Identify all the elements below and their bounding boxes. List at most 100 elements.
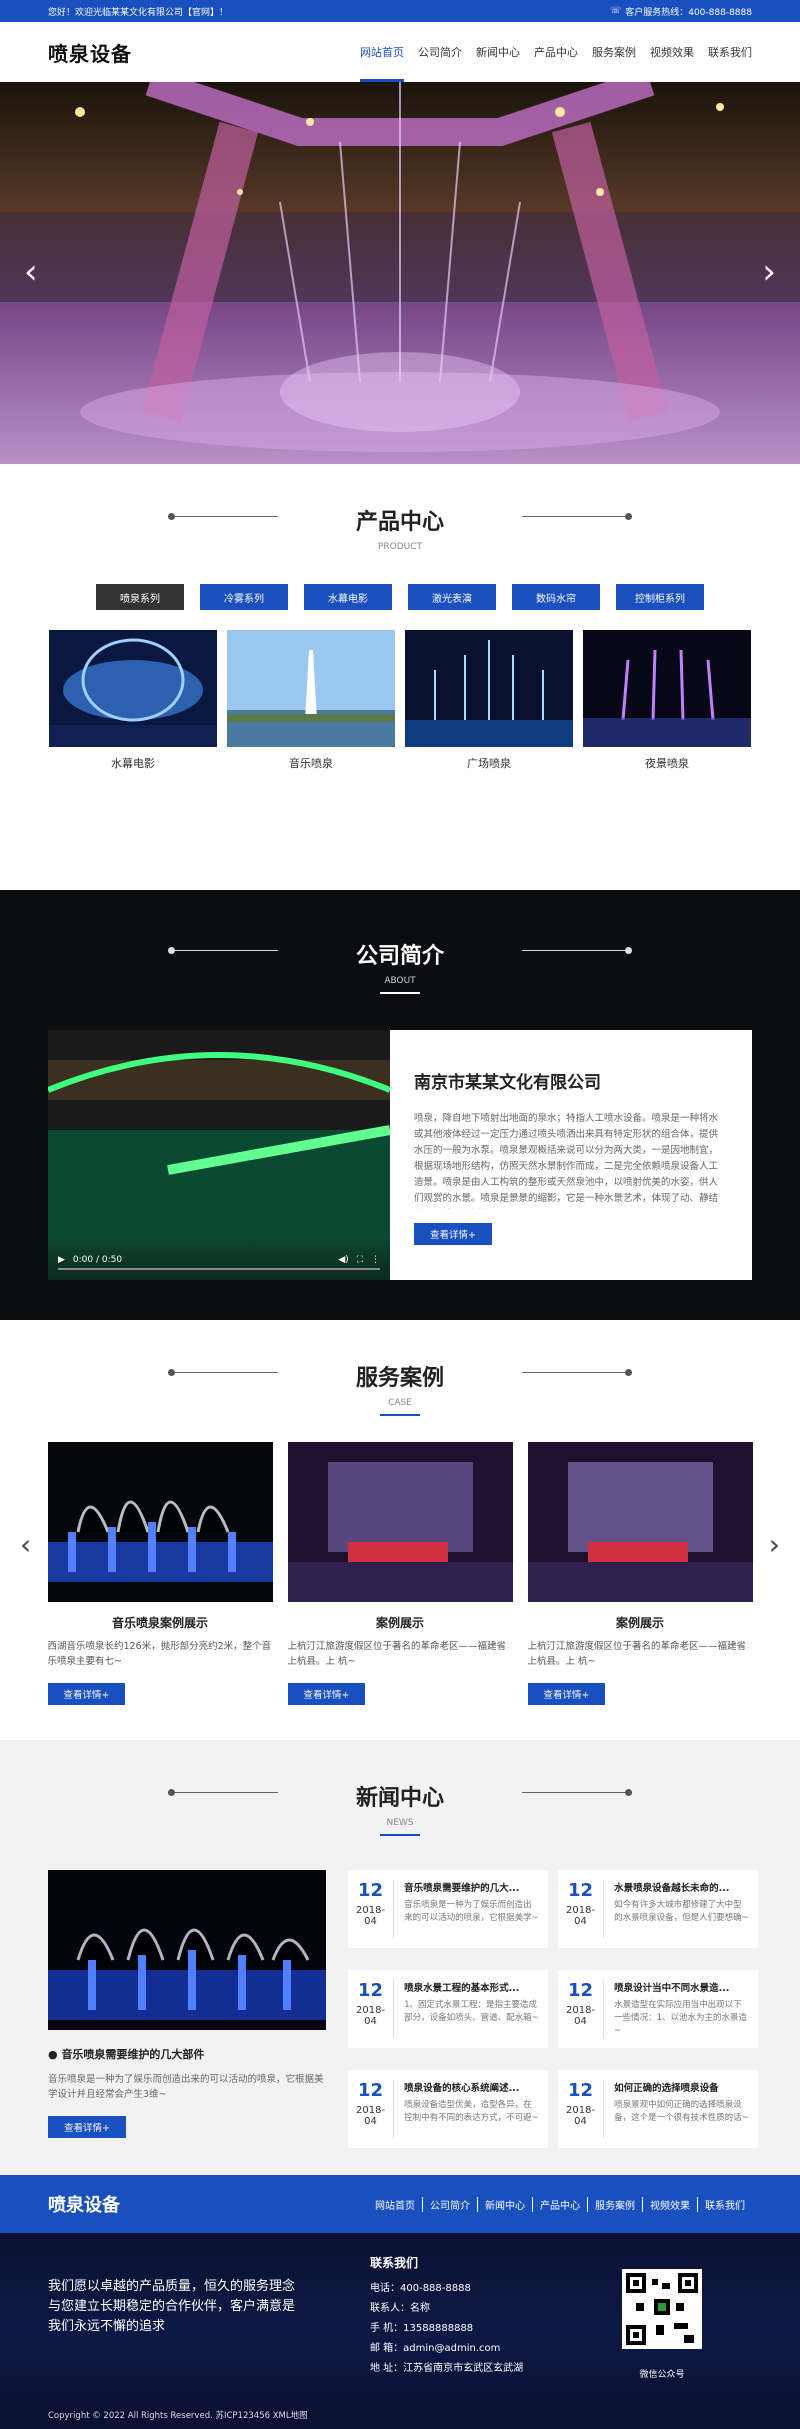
tab-water-screen[interactable]: 水幕电影 (304, 584, 392, 610)
news-title[interactable]: 喷泉设计当中不同水景造... (614, 1980, 734, 1994)
news-item[interactable]: 12 2018-04 喷泉水景工程的基本形式... 1、固定式水景工程：是指主要造成… (348, 1970, 548, 2048)
case-title[interactable]: 音乐喷泉案例展示 (48, 1614, 273, 1631)
footer-nav-about[interactable]: 公司简介 (423, 2196, 478, 2212)
about-heading: 公司简介 ABOUT (0, 938, 800, 994)
news-item[interactable]: 12 2018-04 如何正确的选择喷泉设备 喷泉景观中如何正确的选择喷泉设备，这个… (558, 2070, 758, 2148)
news-content: ● 音乐喷泉需要维护的几大部件 音乐喷泉是一种为了娱乐而创造出来的可以活动的喷泉… (48, 1870, 758, 2148)
fullscreen-icon[interactable]: ⛶ (357, 1255, 363, 1265)
product-item[interactable]: 水幕电影 (49, 630, 217, 771)
nav-news[interactable]: 新闻中心 (476, 22, 520, 82)
heading-line-right (522, 1369, 632, 1376)
heading-line-right (522, 1789, 632, 1796)
news-featured-image[interactable] (48, 1870, 326, 2030)
product-name[interactable]: 音乐喷泉 (227, 755, 395, 771)
volume-icon[interactable]: ◀) (338, 1255, 348, 1265)
video-progress[interactable] (58, 1268, 380, 1270)
tab-fountain[interactable]: 喷泉系列 (96, 584, 184, 610)
product-list: 水幕电影 音乐喷泉 广场喷泉 夜景喷泉 (0, 630, 800, 771)
news-heading: 新闻中心 NEWS (0, 1780, 800, 1836)
news-title[interactable]: 如何正确的选择喷泉设备 (614, 2080, 734, 2094)
cases-prev-arrow[interactable]: ‹ (20, 1528, 31, 1561)
product-name[interactable]: 广场喷泉 (405, 755, 573, 771)
news-more-button[interactable]: 查看详情+ (48, 2116, 126, 2138)
case-more-button[interactable]: 查看详情+ (287, 1683, 366, 1705)
video-controls: ▶ 0:00 / 0:50 ◀) ⛶ ⋮ (48, 1240, 390, 1280)
nav-products[interactable]: 产品中心 (534, 22, 578, 82)
case-image[interactable] (47, 1442, 273, 1602)
section-subtitle: PRODUCT (377, 542, 423, 552)
heading-line-left (168, 947, 278, 954)
footer-nav-contact[interactable]: 联系我们 (698, 2197, 752, 2212)
video-time: 0:00 / 0:50 (72, 1255, 123, 1265)
tab-mist[interactable]: 冷雾系列 (200, 584, 288, 610)
nav-contact[interactable]: 联系我们 (708, 22, 752, 82)
footer-nav-cases[interactable]: 服务案例 (588, 2196, 643, 2212)
news-month: 2018-04 (566, 2005, 596, 2027)
product-image[interactable] (227, 630, 395, 747)
case-image[interactable] (527, 1442, 753, 1602)
product-name[interactable]: 夜景喷泉 (583, 755, 751, 771)
section-title: 服务案例 (355, 1366, 444, 1391)
main-nav: 网站首页 公司简介 新闻中心 产品中心 服务案例 视频效果 联系我们 (360, 22, 752, 82)
heading-line-right (522, 947, 632, 954)
tab-laser[interactable]: 激光表演 (408, 584, 496, 610)
nav-about[interactable]: 公司简介 (418, 22, 462, 82)
product-image[interactable] (49, 630, 217, 747)
section-subtitle: CASE (388, 1398, 412, 1408)
product-item[interactable]: 音乐喷泉 (227, 630, 395, 771)
news-item[interactable]: 12 2018-04 音乐喷泉需要维护的几大... 音乐喷泉是一种为了娱乐而创造出来… (348, 1870, 548, 1948)
news-desc: 音乐喷泉是一种为了娱乐而创造出来的可以活动的喷泉，它根据美学~ (404, 1900, 539, 1923)
about-video[interactable]: ▶ 0:00 / 0:50 ◀) ⛶ ⋮ (48, 1030, 390, 1280)
nav-home[interactable]: 网站首页 (360, 22, 404, 82)
case-more-button[interactable]: 查看详情+ (47, 1683, 126, 1705)
about-more-button[interactable]: 查看详情+ (414, 1223, 492, 1245)
case-title[interactable]: 案例展示 (288, 1614, 513, 1631)
more-icon[interactable]: ⋮ (371, 1255, 380, 1265)
news-desc: 水景造型在实际应用当中出现以下一些情况：1、以池水为主的水景造~ (614, 2000, 747, 2036)
hotline-text: 客户服务热线：400-888-8888 (625, 7, 752, 18)
product-section: 产品中心 PRODUCT 喷泉系列 冷雾系列 水幕电影 激光表演 数码水帘 控制… (0, 464, 800, 890)
news-title[interactable]: 喷泉设备的核心系统阐述... (404, 2080, 524, 2094)
nav-video[interactable]: 视频效果 (650, 22, 694, 82)
news-title[interactable]: 喷泉水景工程的基本形式... (404, 1980, 524, 1994)
news-title[interactable]: 音乐喷泉需要维护的几大... (404, 1880, 524, 1894)
case-more-button[interactable]: 查看详情+ (527, 1683, 606, 1705)
product-name[interactable]: 水幕电影 (49, 755, 217, 771)
news-item[interactable]: 12 2018-04 喷泉设计当中不同水景造... 水景造型在实际应用当中出现以下一… (558, 1970, 758, 2048)
product-image[interactable] (405, 630, 573, 747)
tab-digital-curtain[interactable]: 数码水帘 (512, 584, 600, 610)
case-desc: 上杭汀江旅游度假区位于著名的革命老区——福建省上杭县。上 杭~ (527, 1641, 747, 1667)
title-underline (380, 1834, 420, 1836)
cases-next-arrow[interactable]: › (769, 1528, 780, 1561)
footer-nav-home[interactable]: 网站首页 (368, 2196, 423, 2212)
nav-cases[interactable]: 服务案例 (592, 22, 636, 82)
section-subtitle: NEWS (386, 1818, 414, 1828)
product-item[interactable]: 广场喷泉 (405, 630, 573, 771)
product-item[interactable]: 夜景喷泉 (583, 630, 751, 771)
heading-line-left (168, 513, 278, 520)
footer-logo[interactable]: 喷泉设备 (48, 2191, 120, 2217)
company-name: 南京市某某文化有限公司 (414, 1073, 601, 1093)
news-title[interactable]: 水景喷泉设备越长未命的... (614, 1880, 734, 1894)
site-logo[interactable]: 喷泉设备 (48, 38, 132, 67)
hero-prev-arrow[interactable]: ‹ (24, 252, 38, 292)
case-title[interactable]: 案例展示 (528, 1614, 753, 1631)
news-featured-title[interactable]: ● 音乐喷泉需要维护的几大部件 (48, 2046, 326, 2062)
footer-nav-products[interactable]: 产品中心 (533, 2196, 588, 2212)
news-item[interactable]: 12 2018-04 喷泉设备的核心系统阐述... 喷泉设备造型优美，造型各异，在控… (348, 2070, 548, 2148)
footer-nav-news[interactable]: 新闻中心 (478, 2196, 533, 2212)
news-featured-title-text[interactable]: 音乐喷泉需要维护的几大部件 (61, 2048, 204, 2061)
play-icon[interactable]: ▶ (58, 1255, 65, 1265)
news-date: 12 2018-04 (566, 2080, 605, 2138)
hero-next-arrow[interactable]: › (762, 252, 776, 292)
news-text: 喷泉水景工程的基本形式... 1、固定式水景工程：是指主要造成部分，设备如喷头、管… (404, 1980, 540, 2038)
case-desc: 西湖音乐喷泉长约126米，抛形部分亮约2米，整个音乐喷泉主要有七~ (47, 1641, 272, 1667)
news-item[interactable]: 12 2018-04 水景喷泉设备越长未命的... 如今有许多大城市都修建了大中型的… (558, 1870, 758, 1948)
tab-control-cabinet[interactable]: 控制柜系列 (616, 584, 704, 610)
qr-caption: 微信公众号 (639, 2370, 685, 2380)
footer-bar: 喷泉设备 网站首页 公司简介 新闻中心 产品中心 服务案例 视频效果 联系我们 (0, 2175, 800, 2233)
footer-nav-video[interactable]: 视频效果 (643, 2196, 698, 2212)
product-image[interactable] (583, 630, 751, 747)
news-date: 12 2018-04 (356, 2080, 395, 2138)
case-image[interactable] (287, 1442, 513, 1602)
